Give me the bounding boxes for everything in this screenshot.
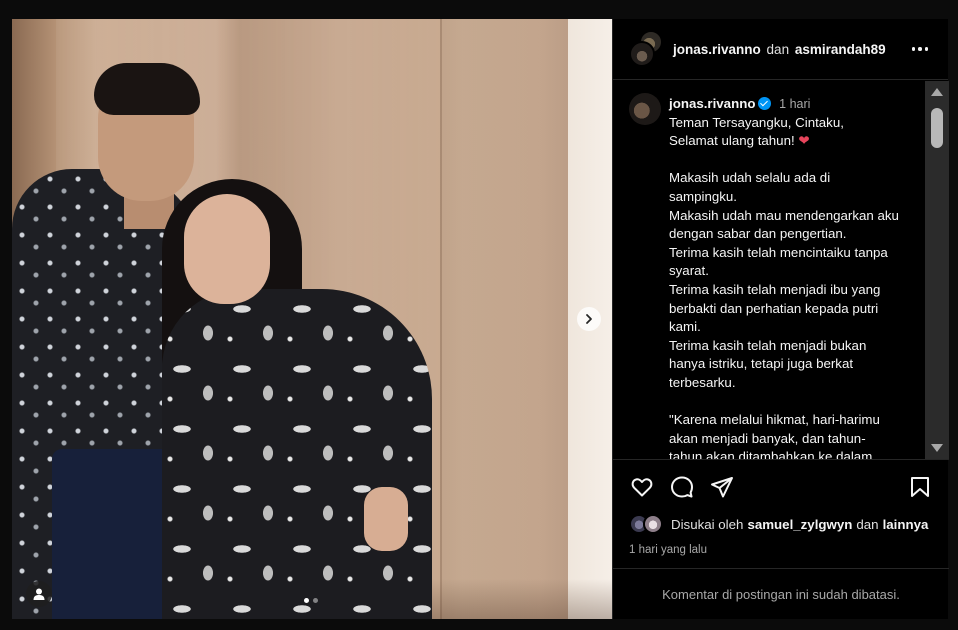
caption: jonas.rivanno 1 hari Teman Tersayangku, … xyxy=(669,95,925,459)
share-icon xyxy=(711,477,733,498)
carousel-dot xyxy=(313,598,318,603)
caption-username[interactable]: jonas.rivanno xyxy=(669,96,755,111)
username-link[interactable]: jonas.rivanno xyxy=(673,42,761,57)
caption-line: tahun akan ditambahkan ke dalam xyxy=(669,449,873,459)
caption-line: Selamat ulang tahun! ❤ xyxy=(669,133,810,149)
caption-line: Terima kasih telah mencintaiku tanpa xyxy=(669,244,888,260)
avatar[interactable] xyxy=(629,93,661,125)
comment-button[interactable] xyxy=(669,474,695,500)
caption-line: "Karena melalui hikmat, hari-harimu xyxy=(669,412,880,428)
chevron-right-icon xyxy=(586,314,592,324)
post-timestamp[interactable]: 1 hari yang lalu xyxy=(629,544,933,556)
comments-restricted-notice: Komentar di postingan ini sudah dibatasi… xyxy=(613,568,949,619)
caption-line: Terima kasih telah menjadi bukan xyxy=(669,337,867,353)
tagged-users-button[interactable] xyxy=(26,581,52,607)
caption-line: Makasih udah mau mendengarkan aku xyxy=(669,207,899,223)
caption-line: terbesarku. xyxy=(669,374,736,390)
liker-username[interactable]: samuel_zylgwyn xyxy=(747,517,852,532)
caption-line: Terima kasih telah menjadi ibu yang xyxy=(669,281,881,297)
caption-line: akan menjadi banyak, dan tahun- xyxy=(669,430,866,446)
verified-badge-icon xyxy=(758,97,772,110)
photo-woman-dress xyxy=(162,289,432,619)
comment-icon xyxy=(671,476,693,498)
post-modal: jonas.rivanno dan asmirandah89 jonas.riv… xyxy=(12,19,949,619)
carousel-dot-active xyxy=(304,598,309,603)
collab-avatars[interactable] xyxy=(629,30,663,67)
carousel-indicator xyxy=(304,598,318,603)
caption-line: kami. xyxy=(669,319,701,335)
caption-line xyxy=(669,393,925,412)
caption-scroll-area[interactable]: jonas.rivanno 1 hari Teman Tersayangku, … xyxy=(613,81,925,459)
caption-line: Makasih udah selalu ada di xyxy=(669,170,831,186)
heart-icon xyxy=(631,478,653,497)
avatar xyxy=(643,514,663,534)
caption-line: hanya istriku, tetapi juga berkat xyxy=(669,356,854,372)
scroll-up-arrow[interactable] xyxy=(931,88,943,96)
caption-line: Teman Tersayangku, Cintaku, xyxy=(669,114,844,130)
scrollbar-thumb[interactable] xyxy=(931,108,943,148)
collab-usernames: jonas.rivanno dan asmirandah89 xyxy=(673,41,886,57)
likes-summary: Disukai oleh samuel_zylgwyn dan lainnya xyxy=(629,514,933,534)
caption-line xyxy=(669,151,925,170)
caption-line: syarat. xyxy=(669,263,709,279)
more-options-button[interactable] xyxy=(908,39,932,59)
caption-time[interactable]: 1 hari xyxy=(779,97,810,111)
post-header: jonas.rivanno dan asmirandah89 xyxy=(613,19,948,80)
like-button[interactable] xyxy=(629,474,655,500)
save-button[interactable] xyxy=(907,474,933,500)
more-icon xyxy=(911,47,916,51)
scroll-down-arrow[interactable] xyxy=(931,444,943,452)
bookmark-icon xyxy=(911,477,929,497)
post-actions: Disukai oleh samuel_zylgwyn dan lainnya … xyxy=(613,459,949,556)
photo-woman-face xyxy=(184,194,270,304)
likes-others-link[interactable]: lainnya xyxy=(883,517,929,532)
caption-scrollbar[interactable] xyxy=(925,81,949,459)
caption-line: sampingku. xyxy=(669,188,737,204)
caption-line: dengan sabar dan pengertian. xyxy=(669,226,847,242)
caption-text: Teman Tersayangku, Cintaku, Selamat ulang… xyxy=(669,114,925,459)
carousel-next-button[interactable] xyxy=(577,307,601,331)
post-media[interactable] xyxy=(12,19,612,619)
username-link[interactable]: asmirandah89 xyxy=(795,42,886,57)
post-side-panel: jonas.rivanno dan asmirandah89 jonas.riv… xyxy=(612,19,949,619)
avatar xyxy=(629,41,655,67)
liker-avatars xyxy=(629,514,665,534)
user-tag-icon xyxy=(33,588,45,600)
caption-line: berbakti dan perhatian kepada putri xyxy=(669,300,879,316)
heart-emoji: ❤ xyxy=(798,133,810,149)
share-button[interactable] xyxy=(709,474,735,500)
